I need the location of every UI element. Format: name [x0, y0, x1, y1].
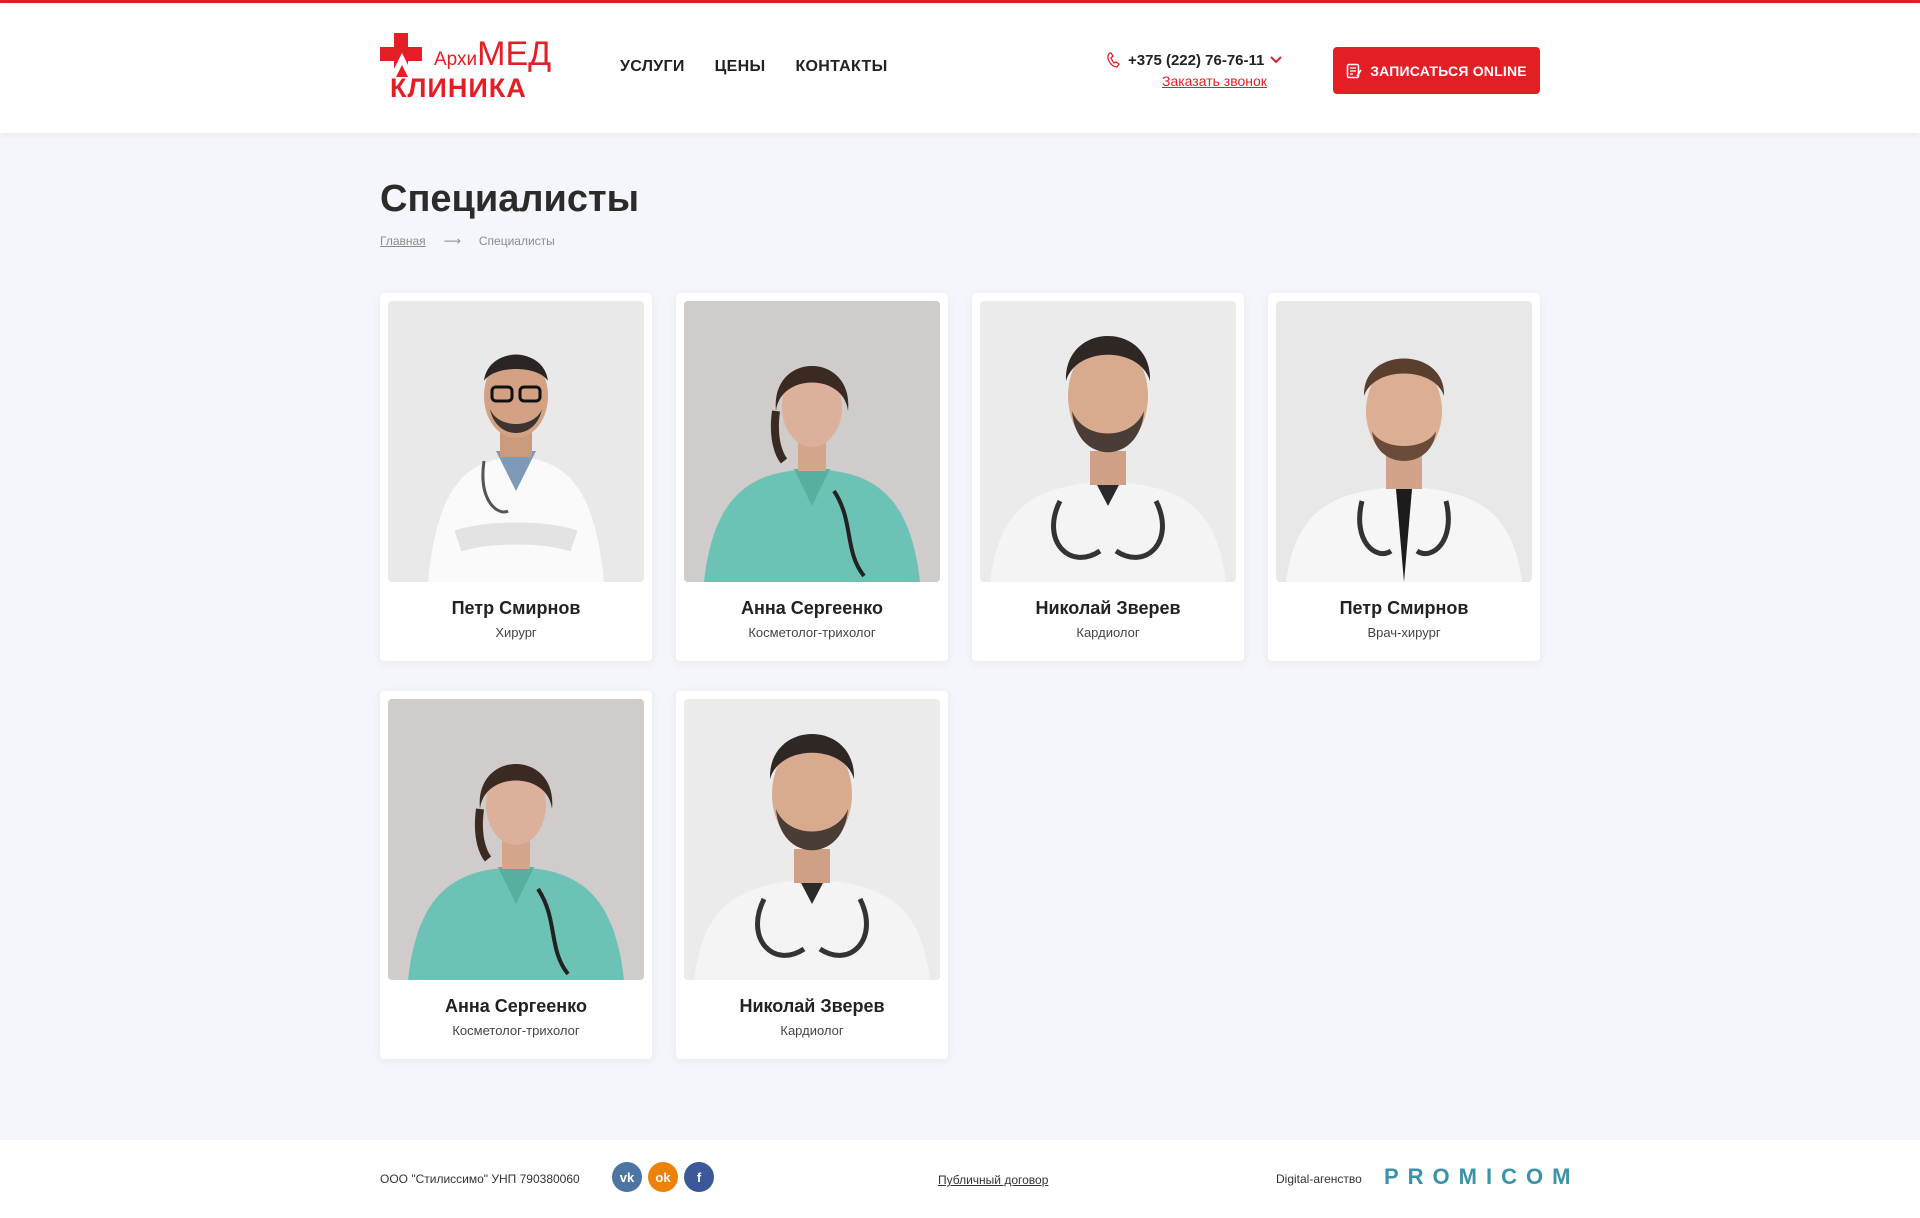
agency-logo[interactable]: PROMICOM	[1384, 1164, 1579, 1190]
breadcrumb: Главная ⟶ Специалисты	[380, 234, 555, 248]
logo-bottom-text: КЛИНИКА	[390, 73, 527, 103]
phone-block: +375 (222) 76-76-11 Заказать звонок	[1106, 51, 1283, 89]
nav-services[interactable]: УСЛУГИ	[620, 58, 685, 76]
specialist-name: Анна Сергеенко	[741, 598, 883, 618]
phone-number[interactable]: +375 (222) 76-76-11	[1128, 52, 1264, 69]
specialist-role: Кардиолог	[780, 1023, 844, 1038]
breadcrumb-home[interactable]: Главная	[380, 234, 426, 248]
nav-contacts[interactable]: КОНТАКТЫ	[795, 58, 887, 76]
specialist-card[interactable]: Николай Зверев Кардиолог	[972, 293, 1244, 661]
callback-link[interactable]: Заказать звонок	[1162, 73, 1282, 89]
clinic-logo[interactable]: АрхиМЕД КЛИНИКА	[380, 33, 551, 105]
facebook-icon[interactable]: f	[684, 1162, 714, 1192]
form-icon	[1346, 63, 1362, 78]
social-links: vk ok f	[612, 1162, 714, 1192]
odnoklassniki-icon[interactable]: ok	[648, 1162, 678, 1192]
specialist-card[interactable]: Петр Смирнов Хирург	[380, 293, 652, 661]
specialist-photo[interactable]	[684, 699, 940, 980]
agency-label: Digital-агенство	[1276, 1172, 1362, 1186]
specialist-role: Косметолог-трихолог	[748, 625, 876, 640]
specialist-name: Анна Сергеенко	[445, 996, 587, 1016]
specialist-card[interactable]: Петр Смирнов Врач-хирург	[1268, 293, 1540, 661]
book-online-button[interactable]: ЗАПИСАТЬСЯ ONLINE	[1333, 47, 1540, 94]
chevron-down-icon[interactable]	[1270, 56, 1283, 64]
specialist-photo[interactable]	[388, 301, 644, 582]
logo-top-text: АрхиМЕД	[434, 35, 552, 73]
main-nav: УСЛУГИ ЦЕНЫ КОНТАКТЫ	[620, 58, 888, 76]
vk-icon[interactable]: vk	[612, 1162, 642, 1192]
specialist-name: Петр Смирнов	[1339, 598, 1469, 618]
site-header: АрхиМЕД КЛИНИКА УСЛУГИ ЦЕНЫ КОНТАКТЫ +37…	[0, 3, 1920, 133]
specialist-photo[interactable]	[1276, 301, 1532, 582]
specialist-card[interactable]: Николай Зверев Кардиолог	[676, 691, 948, 1059]
specialist-name: Петр Смирнов	[451, 598, 581, 618]
page-title: Специалисты	[380, 178, 640, 220]
specialist-photo[interactable]	[980, 301, 1236, 582]
specialist-role: Врач-хирург	[1367, 625, 1441, 640]
specialist-photo[interactable]	[684, 301, 940, 582]
specialist-photo[interactable]	[388, 699, 644, 980]
specialist-card[interactable]: Анна Сергеенко Косметолог-трихолог	[380, 691, 652, 1059]
specialist-card[interactable]: Анна Сергеенко Косметолог-трихолог	[676, 293, 948, 661]
phone-icon	[1107, 52, 1120, 68]
company-info: ООО "Стилиссимо" УНП 790380060	[380, 1172, 580, 1186]
phone-dropdown[interactable]: +375 (222) 76-76-11	[1106, 51, 1283, 69]
book-online-label[interactable]: ЗАПИСАТЬСЯ ONLINE	[1370, 63, 1527, 79]
breadcrumb-current: Специалисты	[478, 234, 555, 248]
site-footer: ООО "Стилиссимо" УНП 790380060 vk ok f П…	[0, 1140, 1920, 1218]
specialist-role: Кардиолог	[1076, 625, 1140, 640]
specialist-name: Николай Зверев	[739, 996, 885, 1016]
specialist-name: Николай Зверев	[1035, 598, 1181, 618]
nav-prices[interactable]: ЦЕНЫ	[715, 58, 766, 76]
specialist-role: Косметолог-трихолог	[452, 1023, 580, 1038]
specialist-role: Хирург	[495, 625, 537, 640]
breadcrumb-separator: ⟶	[443, 234, 461, 248]
public-contract-link[interactable]: Публичный договор	[938, 1173, 1048, 1187]
